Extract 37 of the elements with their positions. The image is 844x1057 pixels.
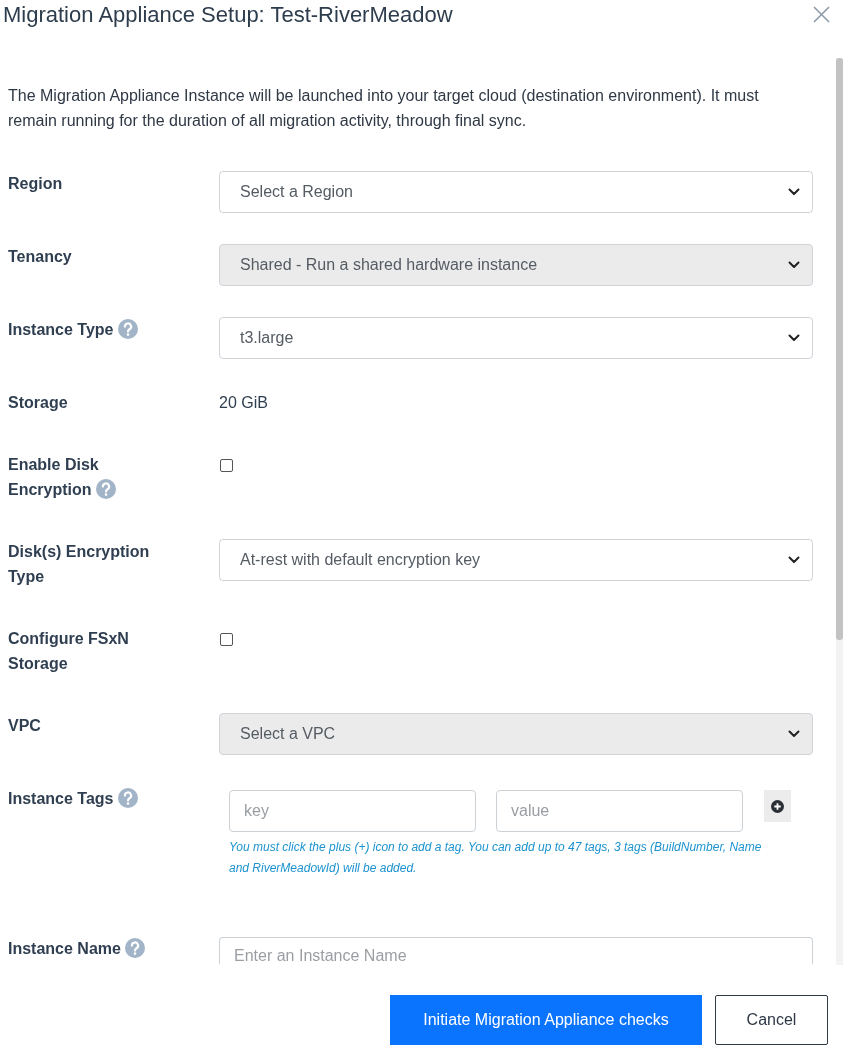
checkbox[interactable]	[220, 633, 233, 646]
field-value: 20 GiB	[219, 394, 268, 411]
field-label: Configure FSxN Storage	[8, 630, 129, 672]
plus-circle-icon	[771, 799, 784, 813]
field-label: Tenancy	[8, 248, 72, 265]
key-input-field[interactable]: key	[229, 790, 476, 832]
field-label: Instance Name	[8, 940, 121, 957]
tag-help-text: You must click the plus (+) icon to add a tag. You can add up to 47 tags, 3 tags (BuildNumber, Name and RiverMeadowId) will be added.	[229, 839, 763, 877]
chevron-down-icon	[788, 188, 800, 196]
dialog-title: Migration Appliance Setup: Test-RiverMeadow	[3, 2, 453, 27]
help-icon[interactable]	[117, 788, 138, 808]
checkbox[interactable]	[220, 459, 233, 472]
cancel-button[interactable]: Cancel	[715, 995, 828, 1045]
chevron-down-icon	[788, 334, 800, 342]
add-tag-button[interactable]	[764, 790, 791, 822]
instance-name-input-field[interactable]: Enter an Instance Name	[219, 937, 813, 964]
close-icon[interactable]	[813, 6, 830, 23]
help-icon[interactable]	[96, 479, 116, 499]
intro-text: The Migration Appliance Instance will be launched into your target cloud (destination environment). It must remain running for the duration of all migration activity, through final sync.	[8, 86, 760, 131]
chevron-down-icon	[788, 730, 800, 738]
help-icon[interactable]	[125, 938, 146, 958]
field-label: Enable Disk Encryption	[8, 456, 99, 498]
field-label: Instance Type	[8, 321, 114, 338]
dropdown[interactable]: At-rest with default encryption key	[219, 539, 813, 581]
field-label: Instance Tags	[8, 790, 114, 807]
dropdown[interactable]: t3.large	[219, 317, 813, 359]
chevron-down-icon	[788, 556, 800, 564]
dropdown[interactable]: Select a Region	[219, 171, 813, 213]
initiate-checks-button[interactable]: Initiate Migration Appliance checks	[390, 995, 702, 1045]
field-label: Disk(s) Encryption Type	[8, 543, 150, 585]
help-icon[interactable]	[117, 319, 138, 339]
field-label: Storage	[8, 394, 68, 411]
scrollbar-thumb[interactable]	[836, 58, 843, 640]
field-label: Region	[8, 175, 63, 192]
chevron-down-icon	[788, 261, 800, 269]
value-input-field[interactable]: value	[496, 790, 743, 832]
field-label: VPC	[8, 717, 41, 734]
